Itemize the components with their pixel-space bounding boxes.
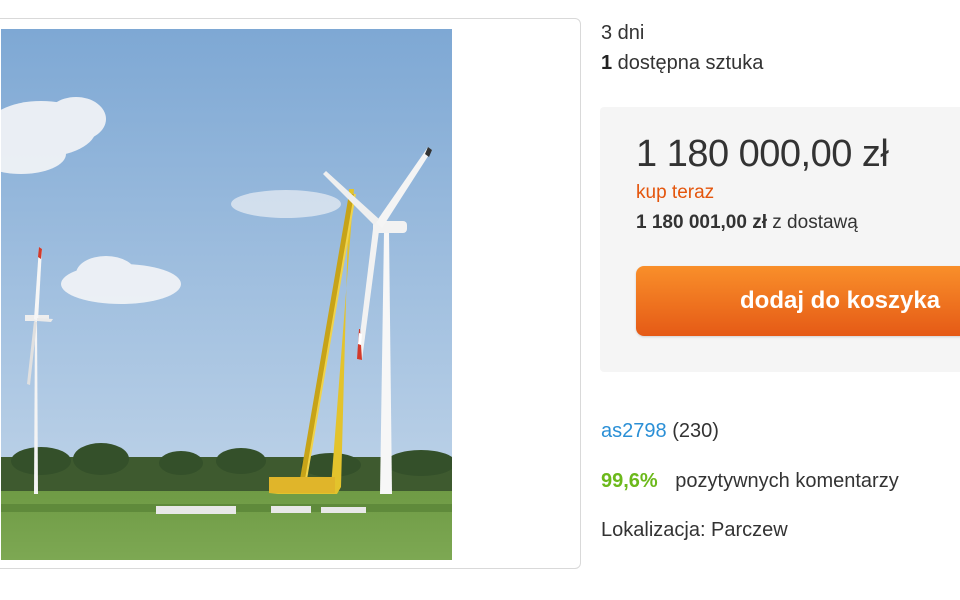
delivery-price-amount: 1 180 001,00 zł	[636, 212, 767, 233]
product-photo[interactable]	[1, 29, 452, 560]
seller-location: Lokalizacja: Parczew	[601, 519, 788, 541]
seller-name-link[interactable]: as2798	[601, 420, 667, 442]
buy-now-label: kup teraz	[636, 182, 715, 203]
quantity-text: dostępna sztuka	[612, 52, 764, 74]
price-amount: 1 180 000,00 zł	[636, 133, 889, 175]
product-image-frame	[0, 18, 581, 569]
seller-rating: 99,6% pozytywnych komentarzy	[601, 470, 899, 493]
positive-label: pozytywnych komentarzy	[675, 470, 899, 492]
time-left: 3 dni	[601, 22, 645, 44]
price-with-delivery: 1 180 001,00 zł z dostawą	[636, 212, 858, 234]
seller-rating-count: (230)	[672, 420, 719, 442]
seller-info: as2798 (230)	[601, 420, 719, 443]
positive-percent: 99,6%	[601, 470, 658, 492]
price-box: 1 180 000,00 zł kup teraz 1 180 001,00 z…	[600, 107, 960, 372]
quantity-number: 1	[601, 52, 613, 74]
add-to-cart-button[interactable]: dodaj do koszyka	[636, 266, 960, 336]
quantity-available: 1 dostępna sztuka	[601, 52, 763, 75]
delivery-price-text: z dostawą	[767, 212, 858, 233]
